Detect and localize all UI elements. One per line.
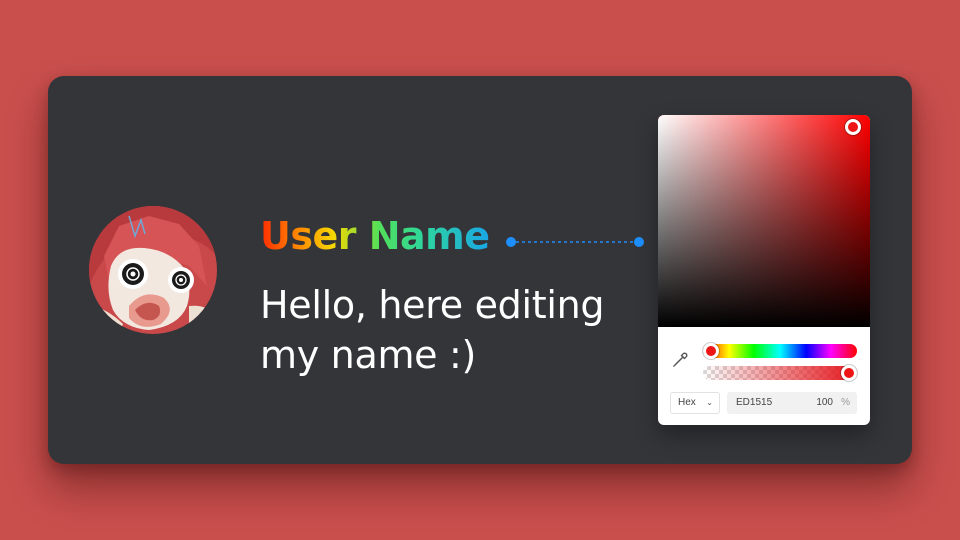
- alpha-input[interactable]: 100: [816, 392, 833, 414]
- user-name[interactable]: User Name: [260, 212, 490, 260]
- avatar-image: [89, 206, 217, 334]
- saturation-value-handle[interactable]: [845, 119, 861, 135]
- saturation-value-area[interactable]: [658, 115, 870, 327]
- connector-start-dot: [506, 237, 516, 247]
- hex-input[interactable]: ED1515: [736, 392, 772, 414]
- hue-slider[interactable]: [703, 344, 857, 358]
- color-format-value: Hex: [678, 397, 696, 408]
- color-value-field[interactable]: ED1515 100 %: [727, 392, 857, 414]
- chevron-down-icon: ⌄: [706, 398, 713, 407]
- connector-end-dot: [634, 237, 644, 247]
- eyedropper-icon[interactable]: [671, 351, 689, 369]
- alpha-slider-handle[interactable]: [841, 365, 857, 381]
- message-text: Hello, here editing my name :): [260, 283, 605, 377]
- color-format-select[interactable]: Hex ⌄: [670, 392, 720, 414]
- hue-slider-handle[interactable]: [703, 343, 719, 359]
- avatar[interactable]: [89, 206, 217, 334]
- alpha-unit-label: %: [841, 397, 850, 408]
- alpha-slider[interactable]: [703, 366, 857, 380]
- color-link-connector: [506, 237, 644, 247]
